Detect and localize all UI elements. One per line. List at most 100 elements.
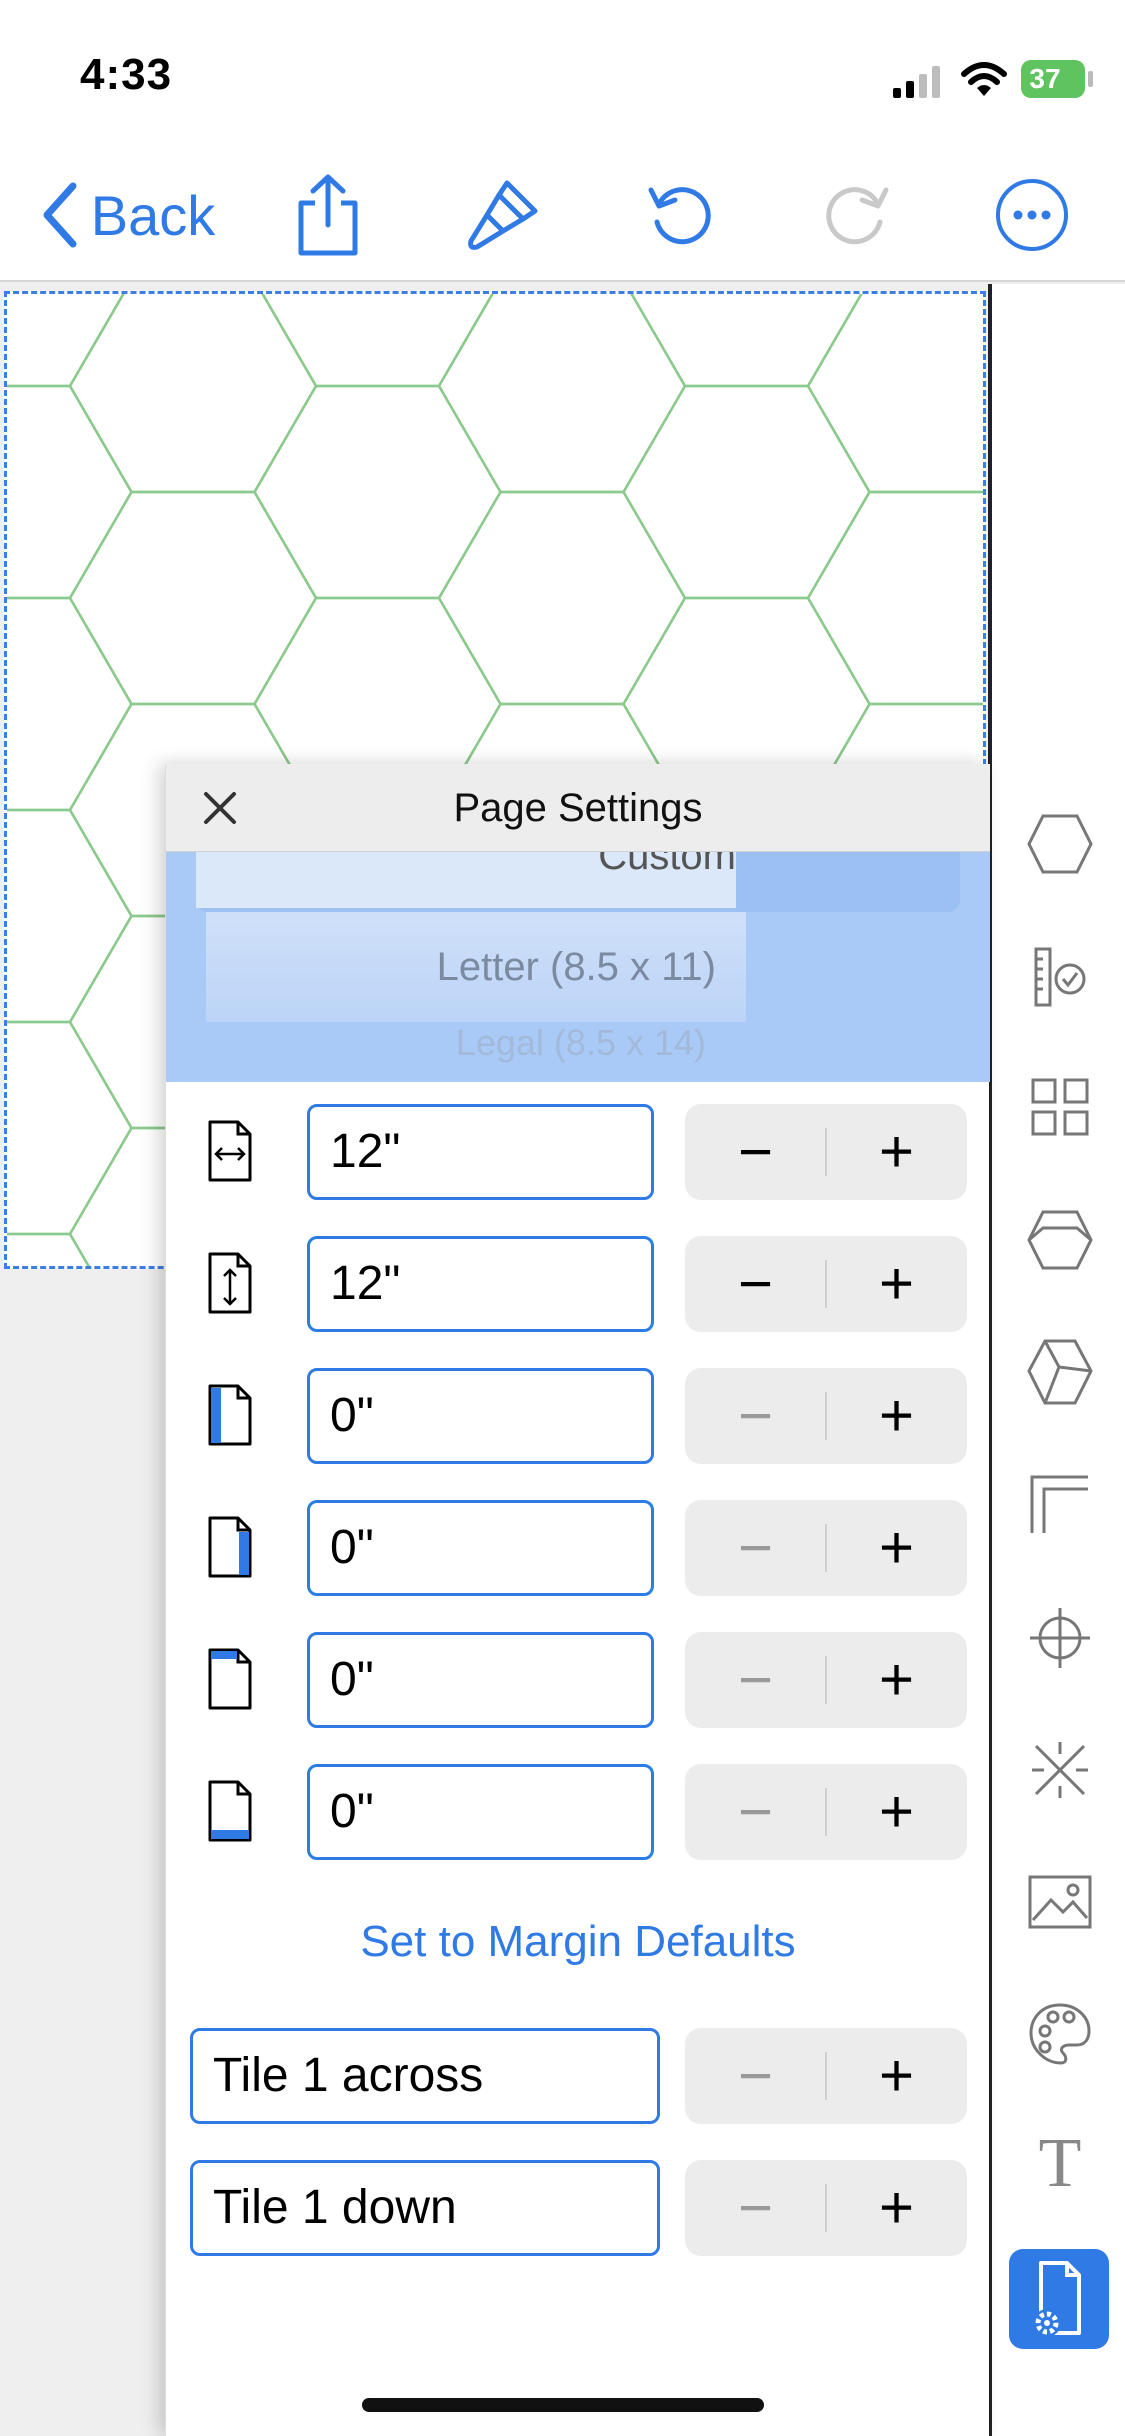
hex-cell (7, 1020, 133, 1236)
picker-option-letter[interactable]: Letter (8.5 x 11) (206, 912, 746, 1022)
margin-top-field[interactable]: 0" (307, 1632, 654, 1728)
hex-cell (806, 294, 983, 494)
hex-cell (437, 490, 687, 706)
height-stepper: − + (685, 1236, 967, 1332)
tile-down-field[interactable]: Tile 1 down (190, 2160, 660, 2256)
height-field[interactable]: 12" (307, 1236, 654, 1332)
ruler-check-icon (1034, 947, 1086, 1007)
scissors-tool[interactable] (1022, 1732, 1098, 1808)
margin-right-increment-button[interactable]: + (826, 1500, 967, 1596)
hex-cell (806, 490, 983, 706)
margin-left-increment-button[interactable]: + (826, 1368, 967, 1464)
paintbrush-icon (468, 180, 538, 250)
share-button[interactable] (283, 170, 373, 260)
text-tool[interactable]: T (1022, 2125, 1098, 2202)
margin-top-stepper: − + (685, 1632, 967, 1728)
width-increment-button[interactable]: + (826, 1104, 967, 1200)
margin-bottom-field[interactable]: 0" (307, 1764, 654, 1860)
tile-across-row: Tile 1 across − + (166, 2028, 990, 2128)
margin-right-stepper: − + (685, 1500, 967, 1596)
margin-left-icon (208, 1384, 252, 1446)
hex-cell (68, 490, 318, 706)
share-icon (298, 174, 358, 256)
back-button[interactable]: Back (22, 170, 232, 260)
width-row: 12" − + (166, 1104, 990, 1204)
status-time: 4:33 (80, 50, 173, 99)
tile-down-increment-button[interactable]: + (826, 2160, 967, 2256)
toolbar: Back (0, 150, 1125, 282)
palette-icon (1029, 2003, 1091, 2065)
margin-left-field[interactable]: 0" (307, 1368, 654, 1464)
page-width-icon (208, 1120, 252, 1182)
picker-option-legal[interactable]: Legal (8.5 x 14) (206, 1022, 706, 1064)
hex-cell (7, 596, 133, 812)
crosshair-tool[interactable] (1022, 1600, 1098, 1676)
margin-left-stepper: − + (685, 1368, 967, 1464)
battery-level: 37 (1029, 63, 1061, 94)
page-settings-tool[interactable] (1009, 2249, 1109, 2349)
width-decrement-button[interactable]: − (685, 1104, 826, 1200)
corner-icon (1030, 1475, 1088, 1533)
image-tool[interactable] (1022, 1864, 1098, 1940)
grid-icon (1031, 1078, 1089, 1136)
page-size-picker[interactable]: Custom Letter (8.5 x 11) Legal (8.5 x 14… (166, 852, 990, 1082)
height-increment-button[interactable]: + (826, 1236, 967, 1332)
hex-cell (253, 384, 502, 600)
margin-right-icon (208, 1516, 252, 1578)
margin-right-decrement-button[interactable]: − (685, 1500, 826, 1596)
status-bar: 4:33 37 (0, 0, 1125, 150)
tile-across-decrement-button[interactable]: − (685, 2028, 826, 2124)
undo-button[interactable] (635, 170, 725, 260)
wifi-icon (961, 62, 1007, 96)
margin-right-field[interactable]: 0" (307, 1500, 654, 1596)
margin-top-increment-button[interactable]: + (826, 1632, 967, 1728)
page-settings-panel: Page Settings Custom Letter (8.5 x 11) L… (165, 764, 990, 2436)
corner-tool[interactable] (1022, 1467, 1098, 1543)
margin-right-row: 0" − + (166, 1500, 990, 1600)
color-tool[interactable] (1022, 1996, 1098, 2072)
width-stepper: − + (685, 1104, 967, 1200)
hex-cell (7, 808, 133, 1024)
signal-icon (893, 66, 940, 98)
tile-across-increment-button[interactable]: + (826, 2028, 967, 2124)
close-icon[interactable] (196, 784, 244, 832)
style-button[interactable] (458, 170, 548, 260)
hex-cell (622, 384, 871, 600)
measure-tool[interactable] (1022, 939, 1098, 1015)
hex-prism-tool[interactable] (1022, 1202, 1098, 1278)
hexagon-tool[interactable] (1022, 806, 1098, 882)
tile-down-stepper: − + (685, 2160, 967, 2256)
tile-down-decrement-button[interactable]: − (685, 2160, 826, 2256)
tile-down-row: Tile 1 down − + (166, 2160, 990, 2260)
chevron-left-icon (43, 182, 77, 248)
height-decrement-button[interactable]: − (685, 1236, 826, 1332)
margin-bottom-increment-button[interactable]: + (826, 1764, 967, 1860)
page-height-icon (208, 1252, 252, 1314)
margin-left-decrement-button[interactable]: − (685, 1368, 826, 1464)
margin-bottom-decrement-button[interactable]: − (685, 1764, 826, 1860)
hex-cell (7, 384, 133, 600)
home-indicator (362, 2398, 764, 2412)
app-screen: 4:33 37 Back T Page Settings Custom Lett… (0, 0, 1125, 2436)
battery-cap (1088, 71, 1093, 87)
hex-prism-icon (1027, 1210, 1093, 1270)
margin-bottom-row: 0" − + (166, 1764, 990, 1864)
redo-button[interactable] (812, 170, 902, 260)
margin-bottom-icon (208, 1780, 252, 1842)
grid-tool[interactable] (1022, 1069, 1098, 1145)
more-button[interactable] (987, 170, 1077, 260)
hex-cell (7, 1232, 91, 1266)
undo-icon (648, 187, 711, 245)
margin-bottom-stepper: − + (685, 1764, 967, 1860)
hex-cell (630, 294, 863, 388)
margin-defaults-button[interactable]: Set to Margin Defaults (166, 1912, 990, 1972)
panel-header: Page Settings (166, 764, 990, 852)
picker-option-custom[interactable]: Custom (196, 852, 736, 908)
cube-tool[interactable] (1022, 1334, 1098, 1410)
margin-top-decrement-button[interactable]: − (685, 1632, 826, 1728)
tile-across-field[interactable]: Tile 1 across (190, 2028, 660, 2124)
width-field[interactable]: 12" (307, 1104, 654, 1200)
battery-icon: 37 (1021, 60, 1085, 98)
tile-across-stepper: − + (685, 2028, 967, 2124)
height-row: 12" − + (166, 1236, 990, 1336)
